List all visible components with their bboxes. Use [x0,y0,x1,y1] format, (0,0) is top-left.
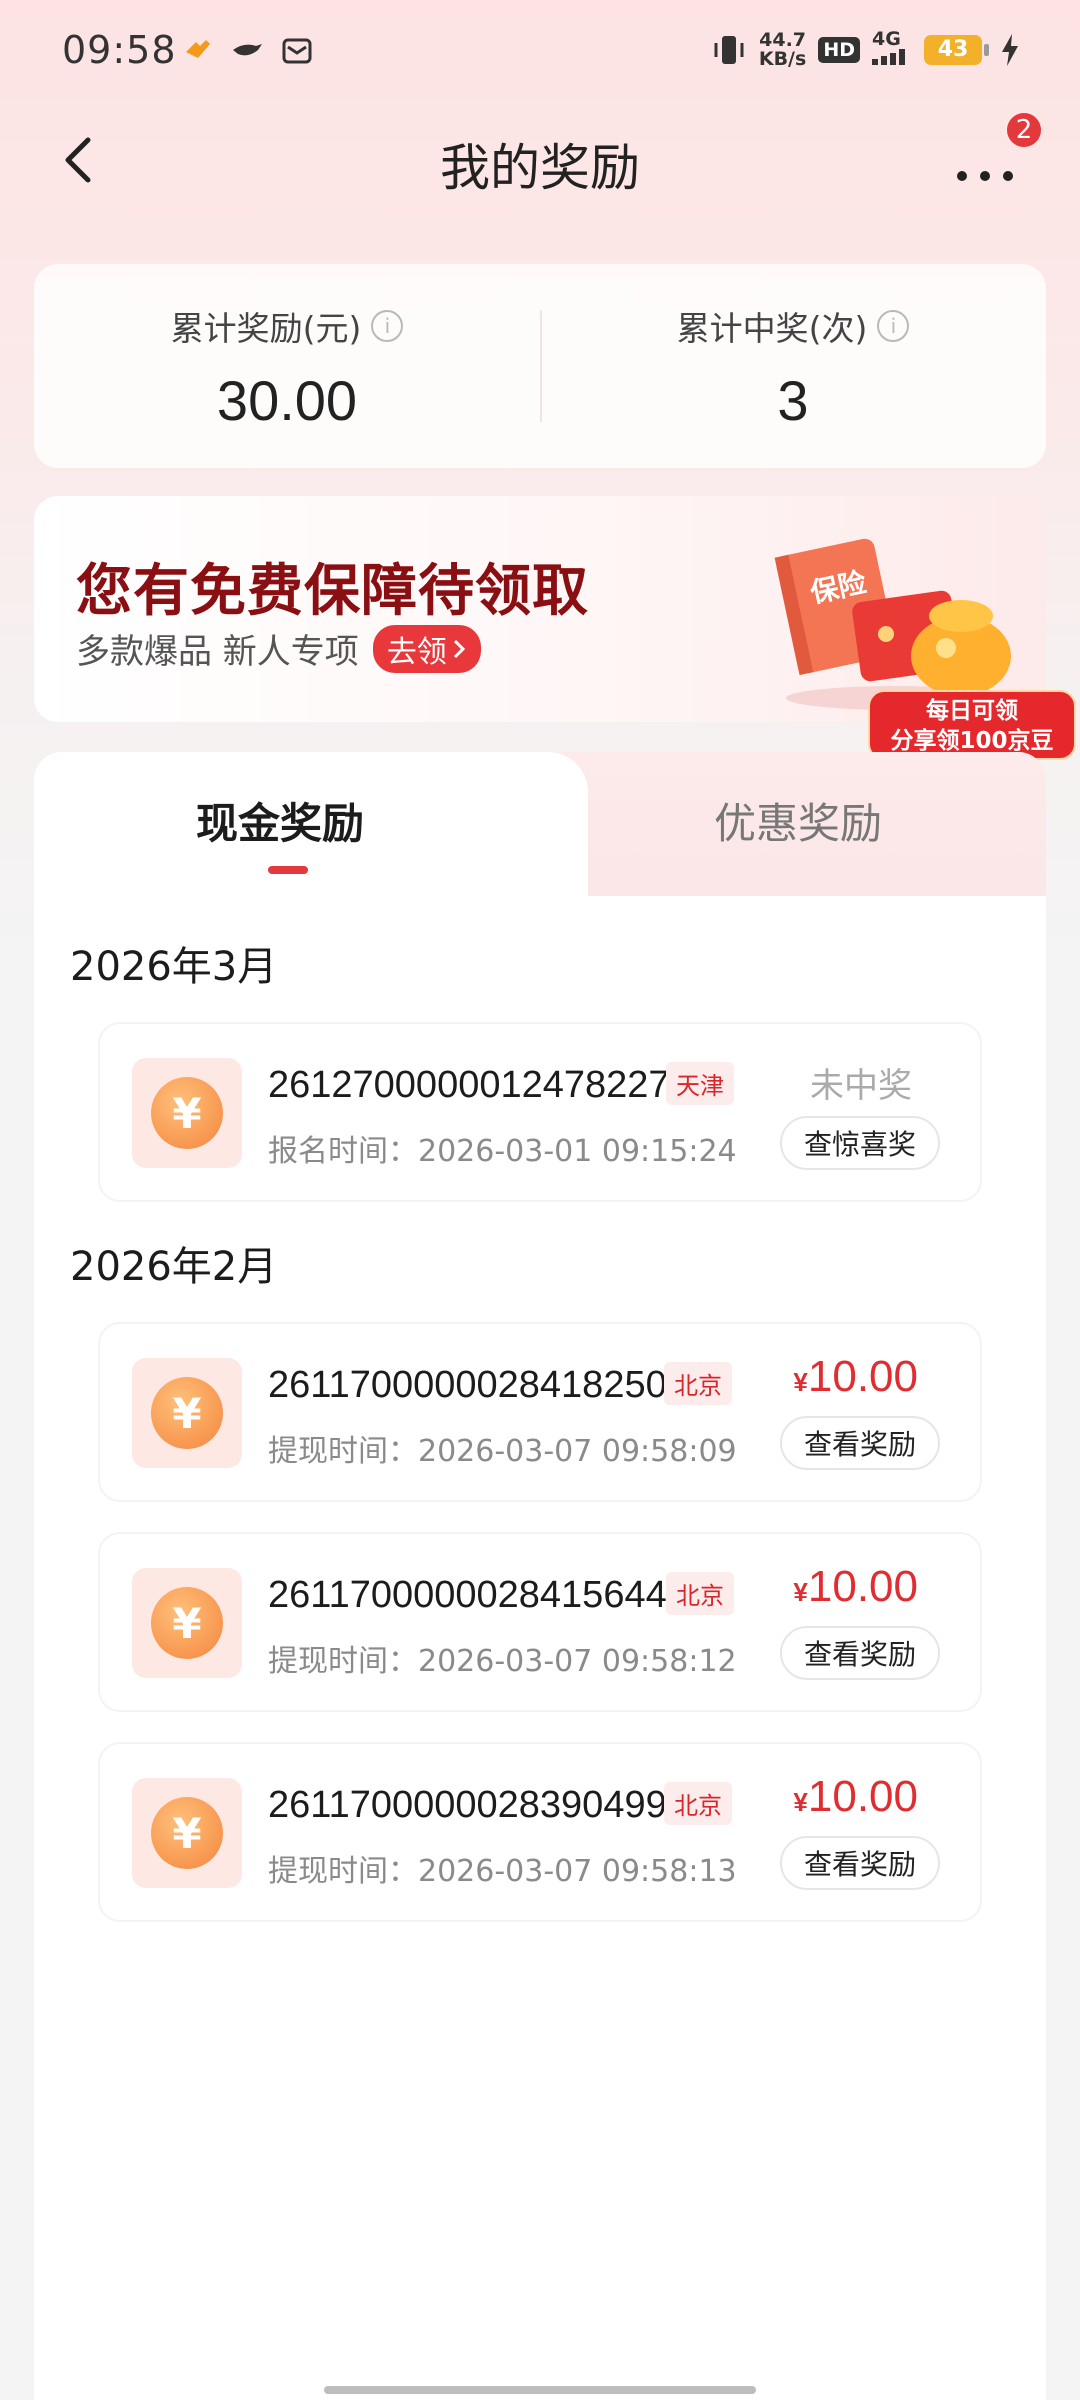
tab-coupon-reward[interactable]: 优惠奖励 [714,790,882,851]
reward-card[interactable]: ¥ 26117000000284156446 北京 提现时间：2026-03-0… [98,1532,982,1712]
tab-cash-reward[interactable]: 现金奖励 [196,790,364,851]
record-time: 提现时间：2026-03-07 09:58:13 [268,1854,737,1889]
reward-amount: ¥10.00 [793,1772,918,1821]
promo-title: 您有免费保障待领取 [76,559,589,624]
order-number: 26127000000124782270 [268,1064,691,1106]
daily-jd-bean-ribbon: 每日可领 分享领100京豆 [868,690,1076,760]
hd-badge: HD [818,36,860,63]
net-speed: 44.7 KB/s [758,28,807,70]
order-number: 26117000000284182503 [268,1364,688,1406]
total-reward-value: 30.00 [216,369,358,432]
charging-icon [1002,33,1018,66]
reward-card[interactable]: ¥ 26117000000283904991 北京 提现时间：2026-03-0… [98,1742,982,1922]
promo-subtitle: 多款爆品 新人专项 [76,632,359,672]
nav-bar: 我的奖励 2 [0,110,1080,210]
city-tag: 天津 [666,1062,734,1105]
status-no-prize: 未中奖 [810,1066,912,1106]
chevron-right-icon [453,639,465,658]
record-time: 提现时间：2026-03-07 09:58:09 [268,1434,737,1469]
total-win-value: 3 [777,369,809,432]
total-reward-section: 累计奖励(元) i 30.00 [34,264,540,468]
coin-icon: ¥ [132,1358,242,1468]
signal-icon: 4G [872,30,912,69]
view-reward-button[interactable]: 查看奖励 [780,1416,940,1470]
vibrate-icon [714,35,744,64]
bird-app-icon [233,44,262,56]
city-tag: 北京 [664,1782,732,1825]
order-number: 26117000000283904991 [268,1784,688,1826]
month-header: 2026年3月 [70,944,278,990]
reward-card[interactable]: ¥ 26117000000284182503 北京 提现时间：2026-03-0… [98,1322,982,1502]
reward-summary: 累计奖励(元) i 30.00 累计中奖(次) i 3 [34,264,1046,468]
heart-app-icon [186,40,210,58]
city-tag: 北京 [666,1572,734,1615]
home-indicator[interactable] [324,2386,756,2394]
page-title: 我的奖励 [440,139,640,197]
active-tab-indicator [268,866,308,874]
coin-icon: ¥ [132,1058,242,1168]
info-icon[interactable]: i [877,310,910,342]
reward-amount: ¥10.00 [793,1352,918,1401]
insurance-promo-banner[interactable]: 您有免费保障待领取 多款爆品 新人专项 去领 保险 每日可领 分享领100京豆 [34,496,1076,760]
notification-badge: 2 [1004,110,1044,150]
record-time: 报名时间：2026-03-01 09:15:24 [268,1134,737,1169]
city-tag: 北京 [664,1362,732,1405]
view-reward-button[interactable]: 查看奖励 [780,1626,940,1680]
total-reward-label: 累计奖励(元) [170,309,362,348]
info-icon[interactable]: i [371,310,404,342]
status-bar: 09:58 44.7 KB/s HD 4G 43 [0,0,1080,110]
month-header: 2026年2月 [70,1244,278,1290]
mail-icon [282,38,312,64]
record-time: 提现时间：2026-03-07 09:58:12 [268,1644,737,1679]
insurance-gift-illustration: 保险 [774,538,1011,710]
view-reward-button[interactable]: 查看奖励 [780,1836,940,1890]
status-time: 09:58 [62,28,177,72]
coin-icon: ¥ [132,1568,242,1678]
reward-amount: ¥10.00 [793,1562,918,1611]
total-win-section: 累计中奖(次) i 3 [540,264,1046,468]
claim-button[interactable]: 去领 [372,624,481,673]
total-win-label: 累计中奖(次) [676,309,868,348]
coin-icon: ¥ [132,1778,242,1888]
order-number: 26117000000284156446 [268,1574,688,1616]
check-surprise-button[interactable]: 查惊喜奖 [780,1116,940,1170]
battery-icon: 43 [924,34,989,65]
reward-card[interactable]: ¥ 26127000000124782270 天津 报名时间：2026-03-0… [98,1022,982,1202]
